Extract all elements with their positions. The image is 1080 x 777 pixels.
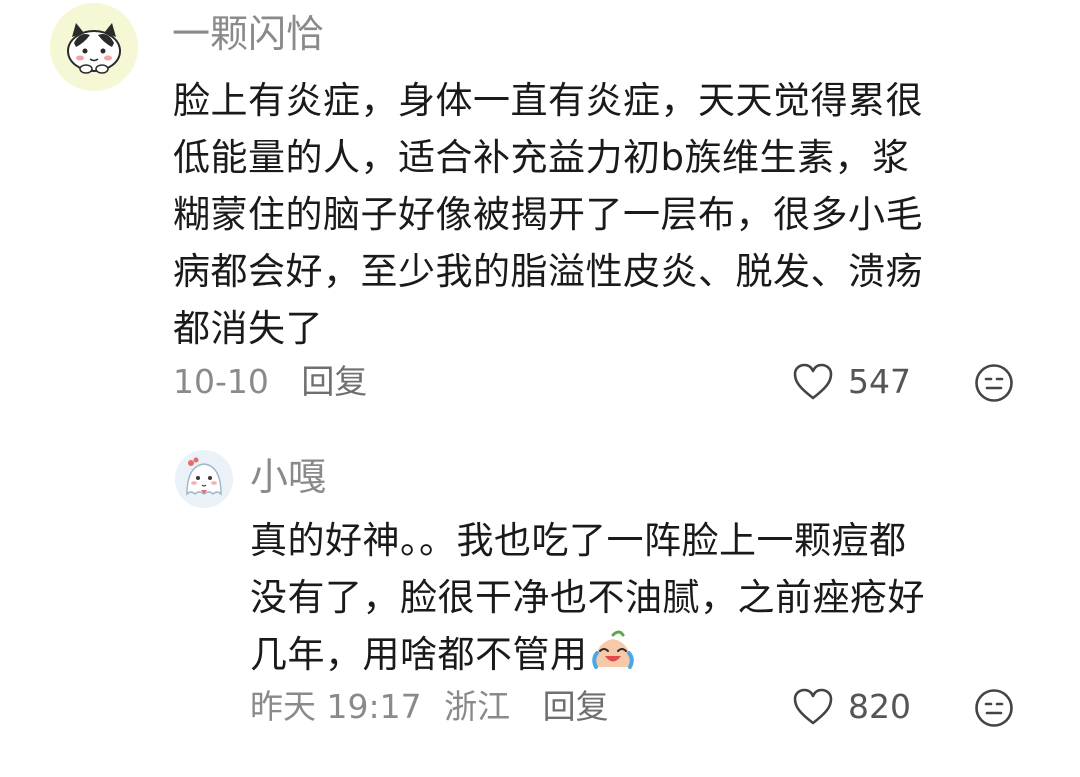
comment-line: 脸上有炎症，身体一直有炎症，天天觉得累很: [173, 79, 923, 122]
like-button[interactable]: 820: [792, 687, 911, 727]
comment-meta: 昨天 19:17 浙江 回复: [250, 687, 631, 727]
comment-line: 低能量的人，适合补充益力初b族维生素，浆: [173, 136, 910, 179]
emoji-reaction-button[interactable]: [974, 363, 1014, 407]
neutral-face-icon: [975, 689, 1013, 727]
heart-icon: [793, 688, 833, 725]
comment-location: 浙江: [444, 687, 511, 726]
reply-button[interactable]: 回复: [301, 362, 367, 401]
reply-button[interactable]: 回复: [543, 687, 609, 726]
heart-icon: [793, 363, 833, 400]
ghost-avatar-icon: [175, 450, 233, 508]
like-count: 820: [848, 687, 911, 726]
crying-laugh-emoji: [591, 630, 634, 669]
comment-line-text: 几年，用啥都不管用: [250, 633, 588, 676]
like-count: 547: [848, 362, 911, 401]
emoji-reaction-button[interactable]: [974, 688, 1014, 732]
like-button[interactable]: 547: [792, 362, 911, 402]
comment-item: 一颗闪恰 脸上有炎症，身体一直有炎症，天天觉得累很 低能量的人，适合补充益力初b…: [0, 0, 1080, 420]
reply-comment-item: 小嘎 真的好神。。我也吃了一阵脸上一颗痘都 没有了，脸很干净也不油腻，之前痤疮好…: [0, 420, 1080, 777]
comment-text[interactable]: 真的好神。。我也吃了一阵脸上一颗痘都 没有了，脸很干净也不油腻，之前痤疮好 几年…: [250, 512, 1040, 683]
comment-line: 真的好神。。我也吃了一阵脸上一颗痘都: [250, 519, 907, 562]
neutral-face-icon: [975, 364, 1013, 402]
comment-line: 都消失了: [173, 307, 323, 350]
comment-date: 昨天 19:17: [250, 687, 422, 726]
comment-line: 没有了，脸很干净也不油腻，之前痤疮好: [250, 576, 925, 619]
avatar[interactable]: [50, 3, 138, 91]
comment-text[interactable]: 脸上有炎症，身体一直有炎症，天天觉得累很 低能量的人，适合补充益力初b族维生素，…: [173, 72, 1033, 357]
comment-date: 10-10: [173, 362, 269, 401]
username[interactable]: 一颗闪恰: [172, 12, 324, 56]
username[interactable]: 小嘎: [250, 455, 326, 499]
comment-line: 糊蒙住的脑子好像被揭开了一层布，很多小毛: [173, 193, 923, 236]
comment-meta: 10-10 回复: [173, 362, 389, 402]
avatar[interactable]: [175, 450, 233, 508]
cat-avatar-icon: [50, 3, 138, 91]
comment-line: 几年，用啥都不管用: [250, 626, 1040, 683]
comment-line: 病都会好，至少我的脂溢性皮炎、脱发、溃疡: [173, 250, 923, 293]
